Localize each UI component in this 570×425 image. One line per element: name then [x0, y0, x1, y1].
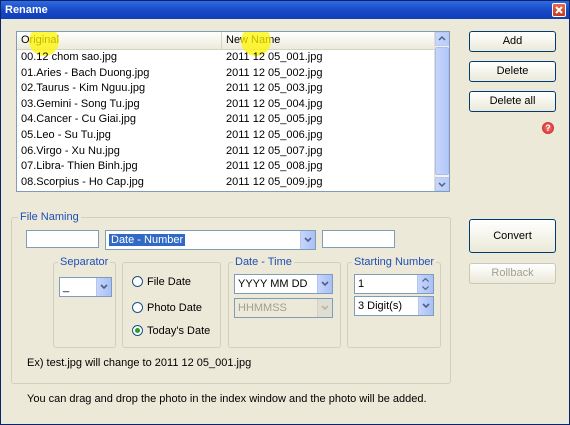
list-item[interactable]: 03.Gemini - Song Tu.jpg 2011 12 05_004.jp…	[17, 97, 437, 113]
original-filename: 05.Leo - Su Tu.jpg	[21, 128, 111, 141]
new-filename: 2011 12 05_010.jpg	[226, 190, 322, 191]
file-naming-label: File Naming	[18, 211, 81, 223]
chevron-down-icon[interactable]	[300, 231, 315, 249]
list-item[interactable]: 08.Scorpius - Ho Cap.jpg 2011 12 05_009.j…	[17, 175, 437, 191]
time-format-select: HHMMSS	[234, 298, 333, 318]
naming-mode-select[interactable]: Date - Number	[105, 230, 316, 250]
vertical-scrollbar[interactable]	[434, 32, 449, 191]
date-format-select[interactable]: YYYY MM DD	[234, 274, 333, 294]
radio-file-date-label: File Date	[147, 276, 192, 288]
file-list[interactable]: Original New Name 00.12 chom sao.jpg 2011…	[16, 31, 450, 192]
new-filename: 2011 12 05_005.jpg	[226, 113, 323, 126]
separator-label: Separator	[58, 256, 111, 268]
list-item[interactable]: 04.Cancer - Cu Giai.jpg 2011 12 05_005.jp…	[17, 112, 437, 128]
prefix-input[interactable]	[26, 230, 99, 248]
list-item[interactable]: 05.Leo - Su Tu.jpg 2011 12 05_006.jpg	[17, 128, 437, 144]
original-filename: 00.12 chom sao.jpg	[21, 51, 118, 63]
add-button[interactable]: Add	[469, 31, 556, 52]
hint-text: You can drag and drop the photo in the i…	[27, 393, 427, 405]
naming-mode-value: Date - Number	[109, 234, 186, 246]
list-item[interactable]: 01.Aries - Bach Duong.jpg 2011 12 05_002.…	[17, 66, 437, 82]
list-item[interactable]: 07.Libra- Thien Binh.jpg 2011 12 05_008.j…	[17, 159, 437, 175]
time-format-value: HHMMSS	[238, 302, 287, 314]
number-spinner[interactable]	[417, 275, 433, 293]
convert-button[interactable]: Convert	[469, 219, 556, 253]
list-item[interactable]: 06.Virgo - Xu Nu.jpg 2011 12 05_007.jpg	[17, 144, 437, 160]
chevron-down-icon	[438, 182, 446, 188]
rollback-button: Rollback	[469, 263, 556, 284]
new-filename: 2011 12 05_003.jpg	[226, 82, 323, 95]
spin-down-button[interactable]	[418, 284, 433, 293]
new-filename: 2011 12 05_009.jpg	[226, 175, 323, 188]
date-time-label: Date - Time	[233, 256, 294, 268]
digits-value: 3 Digit(s)	[358, 300, 403, 312]
new-filename: 2011 12 05_001.jpg	[226, 51, 323, 63]
delete-button[interactable]: Delete	[469, 61, 556, 82]
starting-number-label: Starting Number	[352, 256, 437, 268]
separator-value: _	[63, 281, 70, 293]
date-format-value: YYYY MM DD	[238, 278, 308, 290]
digits-select[interactable]: 3 Digit(s)	[354, 296, 434, 316]
chevron-down-icon	[317, 299, 332, 317]
new-filename: 2011 12 05_008.jpg	[226, 160, 323, 173]
list-item[interactable]: 09.Sagittarius - Nhan Ma.jpg 2011 12 05_0…	[17, 190, 437, 191]
list-item[interactable]: 00.12 chom sao.jpg 2011 12 05_001.jpg	[17, 50, 437, 66]
original-filename: 02.Taurus - Kim Nguu.jpg	[21, 82, 146, 95]
scroll-down-button[interactable]	[435, 177, 449, 191]
original-filename: 09.Sagittarius - Nhan Ma.jpg	[21, 190, 160, 191]
starting-number-value: 1	[358, 278, 365, 290]
suffix-input[interactable]	[322, 230, 395, 248]
window-title: Rename	[5, 4, 48, 16]
original-filename: 08.Scorpius - Ho Cap.jpg	[21, 175, 144, 188]
chevron-down-icon[interactable]	[418, 297, 433, 315]
list-item[interactable]: 02.Taurus - Kim Nguu.jpg 2011 12 05_003.j…	[17, 81, 437, 97]
original-filename: 06.Virgo - Xu Nu.jpg	[21, 144, 120, 157]
separator-group: Separator	[53, 256, 116, 348]
title-bar: Rename	[1, 1, 569, 19]
list-rows: 00.12 chom sao.jpg 2011 12 05_001.jpg 01.A…	[17, 50, 437, 191]
original-filename: 07.Libra- Thien Binh.jpg	[21, 160, 138, 173]
radio-todays-date-label: Today's Date	[147, 325, 211, 337]
chevron-up-icon	[438, 35, 446, 41]
new-filename: 2011 12 05_006.jpg	[226, 128, 323, 141]
delete-all-button[interactable]: Delete all	[469, 91, 556, 112]
chevron-down-icon[interactable]	[96, 278, 111, 296]
list-header: Original New Name	[17, 32, 437, 50]
new-filename: 2011 12 05_007.jpg	[226, 144, 323, 157]
close-icon	[555, 6, 563, 14]
example-text: Ex) test.jpg will change to 2011 12 05_0…	[27, 357, 252, 369]
new-filename: 2011 12 05_004.jpg	[226, 97, 323, 110]
radio-photo-date-label: Photo Date	[147, 302, 203, 314]
chevron-down-icon[interactable]	[317, 275, 332, 293]
spin-up-button[interactable]	[418, 275, 433, 284]
new-filename: 2011 12 05_002.jpg	[226, 66, 323, 79]
scroll-thumb[interactable]	[435, 47, 449, 175]
rename-dialog: Rename Original New Name 00.12 chom sao.…	[0, 0, 570, 425]
scroll-up-button[interactable]	[435, 32, 449, 46]
original-filename: 03.Gemini - Song Tu.jpg	[21, 97, 140, 110]
separator-select[interactable]: _	[59, 277, 112, 297]
starting-number-input[interactable]: 1	[354, 274, 434, 294]
close-button[interactable]	[552, 3, 566, 17]
original-filename: 04.Cancer - Cu Giai.jpg	[21, 113, 136, 126]
original-filename: 01.Aries - Bach Duong.jpg	[21, 66, 150, 79]
help-icon[interactable]: ?	[542, 122, 554, 134]
